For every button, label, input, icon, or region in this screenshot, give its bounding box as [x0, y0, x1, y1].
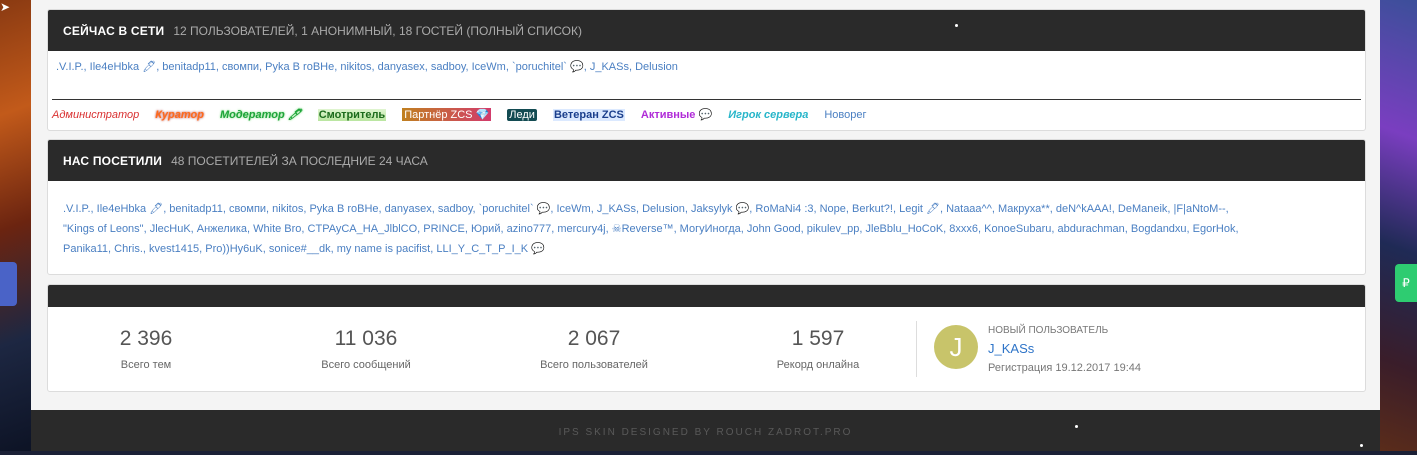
visitors-panel: НАС ПОСЕТИЛИ 48 ПОСЕТИТЕЛЕЙ ЗА ПОСЛЕДНИЕ…	[47, 139, 1366, 275]
visitors-title: НАС ПОСЕТИЛИ	[63, 153, 163, 168]
divider	[52, 99, 1361, 100]
online-users-list[interactable]: .V.I.P., Ile4eHbka 🖊, benitadp11, свомпи…	[52, 57, 678, 77]
online-subtitle[interactable]: 12 ПОЛЬЗОВАТЕЛЕЙ, 1 АНОНИМНЫЙ, 18 ГОСТЕЙ…	[173, 24, 582, 38]
legend-partner[interactable]: Партнёр ZCS 💎	[402, 108, 492, 121]
stats-header	[48, 285, 1365, 307]
legend-watcher[interactable]: Смотритель	[317, 108, 387, 121]
legend-lady[interactable]: Леди	[507, 108, 537, 121]
footer: IPS SKIN DESIGNED BY ROUCH ZADROT.PRO	[31, 410, 1380, 451]
visitors-line-1[interactable]: .V.I.P., Ile4eHbka 🖊, benitadp11, свомпи…	[59, 199, 1229, 219]
stat-record-label: Рекорд онлайна	[776, 359, 860, 371]
side-tab-right[interactable]: ₽	[1395, 264, 1417, 302]
visitors-line-3[interactable]: Panika11, Chris., kvest1415, Pro))Ну6uK,…	[59, 239, 545, 259]
stat-posts: 11 036 Всего сообщений	[276, 327, 456, 371]
legend-player[interactable]: Игрок сервера	[728, 109, 808, 121]
legend-admin[interactable]: Администратор	[52, 109, 139, 121]
mouse-cursor-icon: ➤	[0, 0, 11, 14]
stat-topics-label: Всего тем	[120, 359, 172, 371]
stat-posts-value: 11 036	[334, 327, 398, 350]
newest-user: НОВЫЙ ПОЛЬЗОВАТЕЛЬ J_KASs Регистрация 19…	[988, 325, 1141, 374]
stats-divider	[916, 321, 917, 377]
stat-users-value: 2 067	[567, 327, 621, 350]
visitors-subtitle: 48 ПОСЕТИТЕЛЕЙ ЗА ПОСЛЕДНИЕ 24 ЧАСА	[171, 153, 428, 168]
sparkle-decoration	[1075, 425, 1078, 428]
visitors-header: НАС ПОСЕТИЛИ 48 ПОСЕТИТЕЛЕЙ ЗА ПОСЛЕДНИЕ…	[48, 140, 1365, 181]
stat-topics-value: 2 396	[119, 327, 173, 350]
online-header: СЕЙЧАС В СЕТИ 12 ПОЛЬЗОВАТЕЛЕЙ, 1 АНОНИМ…	[48, 10, 1365, 51]
background-left	[0, 0, 31, 451]
background-right	[1380, 0, 1417, 451]
group-legend: Администратор Куратор Модератор 🖊 Смотри…	[52, 108, 866, 121]
online-panel: СЕЙЧАС В СЕТИ 12 ПОЛЬЗОВАТЕЛЕЙ, 1 АНОНИМ…	[47, 9, 1366, 131]
stat-posts-label: Всего сообщений	[321, 359, 411, 371]
newest-user-link[interactable]: J_KASs	[988, 341, 1141, 356]
legend-veteran[interactable]: Ветеран ZCS	[552, 108, 625, 121]
legend-moderator[interactable]: Модератор 🖊	[220, 108, 302, 121]
legend-newbie[interactable]: Новорег	[824, 109, 866, 121]
sparkle-decoration	[1360, 444, 1363, 447]
stat-record: 1 597 Рекорд онлайна	[728, 327, 908, 371]
content-area: СЕЙЧАС В СЕТИ 12 ПОЛЬЗОВАТЕЛЕЙ, 1 АНОНИМ…	[31, 0, 1380, 410]
online-title: СЕЙЧАС В СЕТИ	[63, 23, 165, 38]
newest-user-heading: НОВЫЙ ПОЛЬЗОВАТЕЛЬ	[988, 325, 1109, 336]
newest-user-registered: Регистрация 19.12.2017 19:44	[988, 362, 1141, 374]
visitors-line-2[interactable]: "Kings of Leons", JlecHuK, Анжелика, Whi…	[59, 219, 1239, 239]
legend-curator[interactable]: Куратор	[155, 109, 204, 121]
legend-active[interactable]: Активные 💬	[641, 108, 712, 121]
stat-users: 2 067 Всего пользователей	[504, 327, 684, 371]
stat-users-label: Всего пользователей	[540, 359, 648, 371]
sparkle-decoration	[955, 24, 958, 27]
avatar[interactable]: J	[934, 325, 978, 369]
stats-panel: 2 396 Всего тем 11 036 Всего сообщений 2…	[47, 284, 1366, 392]
side-tab-left[interactable]	[0, 262, 17, 306]
stat-record-value: 1 597	[791, 327, 845, 350]
stat-topics: 2 396 Всего тем	[56, 327, 236, 371]
